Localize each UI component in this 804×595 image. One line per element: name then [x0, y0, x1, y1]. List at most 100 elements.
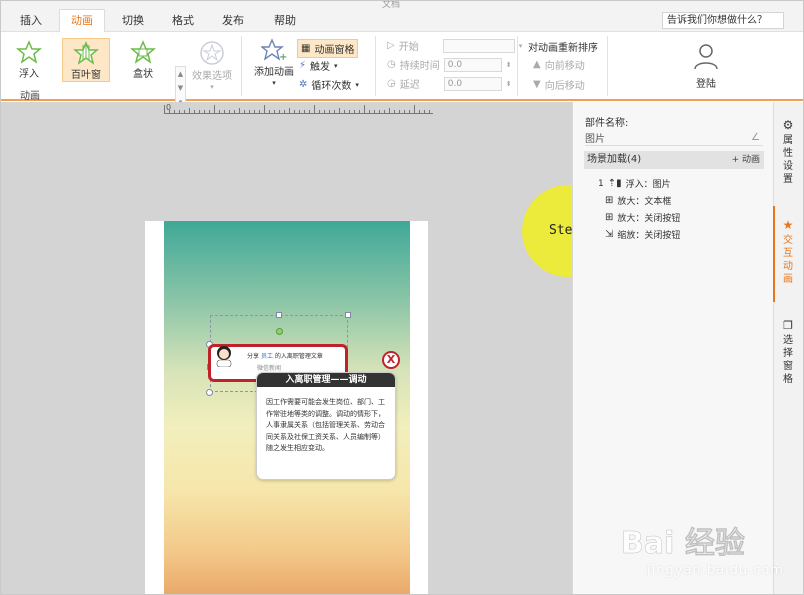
stepper-icon[interactable]: ⬍: [506, 80, 512, 88]
tab-interactive-animation[interactable]: ★ 交互动画: [776, 219, 800, 286]
tab-insert[interactable]: 插入: [11, 10, 51, 32]
rotation-handle[interactable]: [276, 328, 283, 335]
move-later-button[interactable]: ▼ 向后移动: [533, 77, 585, 92]
tab-format[interactable]: 格式: [163, 10, 203, 32]
list-item[interactable]: ⊞ 放大：文本框: [605, 194, 671, 207]
scale-icon: ⇲: [605, 229, 614, 240]
duration-label: 持续时间: [399, 61, 440, 72]
tab-animation[interactable]: 动画: [59, 9, 105, 33]
resize-handle[interactable]: [276, 312, 282, 318]
ruler-tick: [204, 110, 205, 113]
trigger-button[interactable]: ⚡ 触发 ▾: [299, 58, 338, 73]
animation-pane-label: 动画窗格: [314, 45, 355, 56]
arrow-down-icon: ▼: [533, 79, 541, 90]
chevron-down-icon: ▾: [334, 61, 338, 70]
ruler-tick: [264, 105, 265, 113]
delay-clock-icon: ◶: [387, 78, 396, 89]
ruler-tick: [339, 108, 340, 113]
ruler-tick: [179, 110, 180, 113]
effect-options-label: 效果选项: [192, 71, 232, 82]
tell-me-search-input[interactable]: 告诉我们你想做什么？: [662, 12, 784, 29]
start-select[interactable]: [442, 38, 515, 53]
resize-handle[interactable]: [206, 389, 213, 396]
effect-options-button[interactable]: 效果选项 ▾: [190, 38, 234, 91]
chevron-down-icon: ▾: [210, 83, 214, 91]
chevron-down-icon: ▾: [272, 79, 276, 87]
add-animation-link[interactable]: + 动画: [732, 151, 760, 169]
ruler-tick: [364, 105, 365, 113]
animation-group-label: 动画: [20, 91, 40, 102]
user-icon: [694, 44, 718, 70]
scene-load-label: 场景加载(4): [587, 154, 642, 165]
arrow-up-icon: ▲: [533, 59, 541, 70]
component-name-label: 部件名称:: [585, 118, 629, 129]
effect-label: 盒状: [133, 69, 153, 80]
ruler-tick: [319, 110, 320, 113]
chevron-down-icon: ▾: [355, 80, 359, 89]
ruler-tick: [224, 110, 225, 113]
effect-float-in-button[interactable]: 浮入: [5, 38, 53, 82]
start-row: ▷ 开始 ▾: [387, 38, 522, 53]
tab-properties[interactable]: ⚙ 属性设置: [776, 119, 800, 186]
ruler-tick: [259, 110, 260, 113]
tab-transition[interactable]: 切换: [113, 10, 153, 32]
edit-pencil-icon[interactable]: ∠: [751, 132, 760, 143]
ruler-tick: [239, 108, 240, 113]
watermark-url: jingyan.baidu.com: [647, 563, 784, 578]
animation-pane-button[interactable]: ▦ 动画窗格: [297, 39, 359, 58]
ribbon-separator: [607, 36, 608, 96]
ruler-tick: [329, 110, 330, 113]
layers-icon: ❐: [783, 319, 793, 332]
loop-count-button[interactable]: ✲ 循环次数 ▾: [299, 77, 359, 92]
ruler-tick: [299, 110, 300, 113]
list-item[interactable]: ⊞ 放大：关闭按钮: [605, 211, 680, 224]
ruler-tick: [389, 108, 390, 113]
stepper-icon[interactable]: ⬍: [506, 61, 512, 69]
tab-help[interactable]: 帮助: [265, 10, 305, 32]
float-in-icon: ⇡▮: [607, 178, 622, 189]
ruler-tick: [174, 110, 175, 113]
share-suffix: 的入离职管理文章: [274, 353, 323, 360]
effect-blinds-button[interactable]: 百叶窗: [62, 38, 110, 82]
ruler-tick: [284, 110, 285, 113]
loop-label: 循环次数: [311, 81, 352, 92]
ruler-tick: [219, 110, 220, 113]
move-earlier-button[interactable]: ▲ 向前移动: [533, 57, 585, 72]
ruler-tick: [344, 110, 345, 113]
effect-label: 百叶窗: [71, 70, 101, 81]
scroll-down-icon[interactable]: ▼: [176, 81, 185, 95]
ruler-tick: [309, 110, 310, 113]
ruler-tick: [199, 110, 200, 113]
ruler-tick: [294, 110, 295, 113]
tab-publish[interactable]: 发布: [213, 10, 253, 32]
effect-box-button[interactable]: 盒状: [119, 38, 167, 82]
ruler-tick: [369, 110, 370, 113]
list-item[interactable]: 1 ⇡▮ 浮入：图片: [598, 177, 671, 190]
delay-input[interactable]: 0.0: [443, 76, 502, 91]
blinds-star-icon: [73, 41, 99, 65]
add-animation-star-icon: +: [261, 38, 287, 62]
ruler-tick: [394, 110, 395, 113]
item-text: 浮入：图片: [625, 180, 671, 190]
svg-text:+: +: [279, 52, 287, 62]
app-window: 文档 插入 动画 切换 格式 发布 帮助 告诉我们你想做什么？ 浮入 百叶窗 盒…: [0, 0, 804, 595]
animation-pane-icon: ▦: [301, 43, 311, 54]
add-animation-button[interactable]: + 添加动画 ▾: [253, 36, 295, 87]
component-name-input[interactable]: 图片: [585, 130, 763, 146]
ruler-tick: [189, 108, 190, 113]
resize-handle[interactable]: [345, 312, 351, 318]
list-item[interactable]: ⇲ 缩放：关闭按钮: [605, 228, 680, 241]
info-card[interactable]: 入离职管理——调动 因工作需要可能会发生岗位、部门、工作常驻地等类的调整。调动的…: [256, 372, 396, 480]
ruler-tick: [334, 110, 335, 113]
scene-load-header[interactable]: 场景加载(4) + 动画: [584, 151, 764, 169]
ruler-tick: [374, 110, 375, 113]
window-title: 文档: [382, 0, 401, 10]
login-button[interactable]: 登陆: [684, 40, 728, 90]
box-star-icon: [130, 40, 156, 64]
duration-input[interactable]: 0.0: [443, 57, 502, 72]
scroll-up-icon[interactable]: ▲: [176, 67, 185, 81]
delay-row: ◶ 延迟 0.0 ⬍: [387, 76, 512, 91]
close-button[interactable]: X: [382, 351, 400, 369]
move-earlier-label: 向前移动: [544, 61, 585, 72]
tab-selection-pane[interactable]: ❐ 选择窗格: [776, 319, 800, 386]
